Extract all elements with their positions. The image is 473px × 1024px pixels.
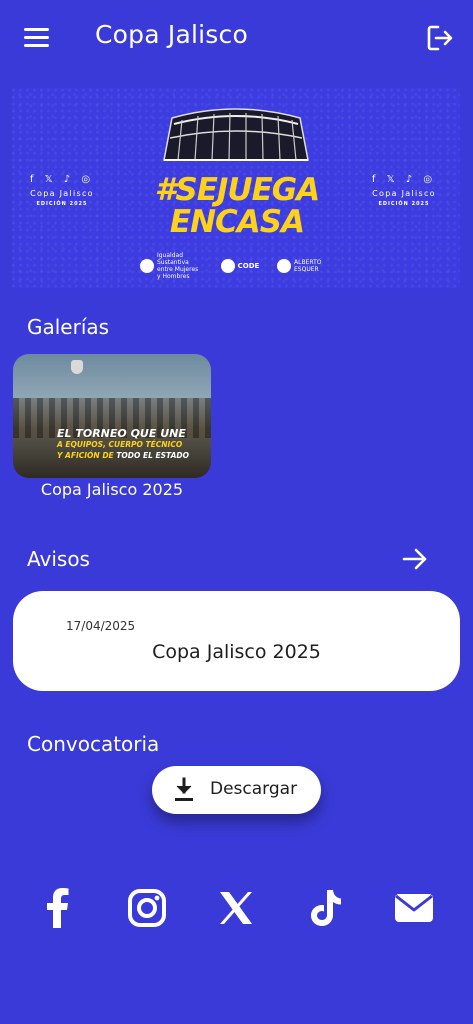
menu-icon[interactable]: [20, 22, 54, 54]
app-bar: Copa Jalisco: [0, 0, 473, 76]
banner-hashtag: #SEJUEGA ENCASA: [152, 174, 322, 238]
convocatoria-title: Convocatoria: [27, 732, 160, 756]
aviso-title: Copa Jalisco 2025: [152, 641, 321, 663]
sponsor-logo-code: CODE: [220, 259, 259, 273]
banner-side-subtitle: EDICIÓN 2025: [378, 201, 430, 207]
logout-icon[interactable]: [424, 22, 456, 54]
mail-icon[interactable]: [390, 884, 438, 932]
promo-banner[interactable]: f 𝕏 ♪ ◎ Copa Jalisco EDICIÓN 2025 #SEJUE…: [12, 88, 460, 288]
gallery-card[interactable]: EL TORNEO QUE UNE A EQUIPOS, CUERPO TÉCN…: [13, 354, 211, 504]
banner-side-title: Copa Jalisco: [372, 189, 436, 198]
screen: Copa Jalisco f 𝕏 ♪ ◎ Copa Jalisco EDICIÓ…: [0, 0, 473, 1024]
gallery-caption: Copa Jalisco 2025: [40, 480, 184, 499]
banner-social-right: f 𝕏 ♪ ◎ Copa Jalisco EDICIÓN 2025: [364, 174, 444, 207]
download-label: Descargar: [210, 779, 298, 799]
banner-social-icons: f 𝕏 ♪ ◎: [29, 174, 95, 185]
hashtag-line-2: ENCASA: [169, 204, 305, 240]
arrow-right-icon[interactable]: [401, 545, 429, 573]
facebook-icon[interactable]: [34, 884, 82, 932]
banner-social-icons: f 𝕏 ♪ ◎: [371, 174, 437, 185]
app-title: Copa Jalisco: [95, 20, 248, 49]
banner-social-left: f 𝕏 ♪ ◎ Copa Jalisco EDICIÓN 2025: [22, 174, 102, 207]
galerias-title: Galerías: [27, 315, 110, 339]
tiktok-icon[interactable]: [301, 884, 349, 932]
gallery-image[interactable]: EL TORNEO QUE UNE A EQUIPOS, CUERPO TÉCN…: [13, 354, 211, 478]
avisos-title: Avisos: [27, 547, 90, 571]
sponsor-logo-alberto: ALBERTO ESQUER: [277, 259, 340, 273]
sponsor-logo-igualdad: Igualdad Sustantiva entre Mujeres y Homb…: [140, 252, 203, 280]
sponsor-logos: Igualdad Sustantiva entre Mujeres y Homb…: [140, 252, 340, 280]
banner-side-subtitle: EDICIÓN 2025: [36, 201, 88, 207]
aviso-date: 17/04/2025: [66, 619, 136, 633]
stadium-icon: [163, 108, 309, 161]
hashtag-line-1: #SEJUEGA: [154, 172, 320, 208]
x-icon[interactable]: [212, 884, 260, 932]
instagram-icon[interactable]: [123, 884, 171, 932]
download-button[interactable]: Descargar: [152, 766, 321, 814]
banner-side-title: Copa Jalisco: [30, 189, 94, 198]
aviso-card[interactable]: 17/04/2025 Copa Jalisco 2025: [13, 591, 460, 691]
download-icon: [175, 777, 193, 801]
gallery-image-text: EL TORNEO QUE UNE A EQUIPOS, CUERPO TÉCN…: [57, 427, 189, 460]
trophy-icon: [71, 360, 83, 374]
